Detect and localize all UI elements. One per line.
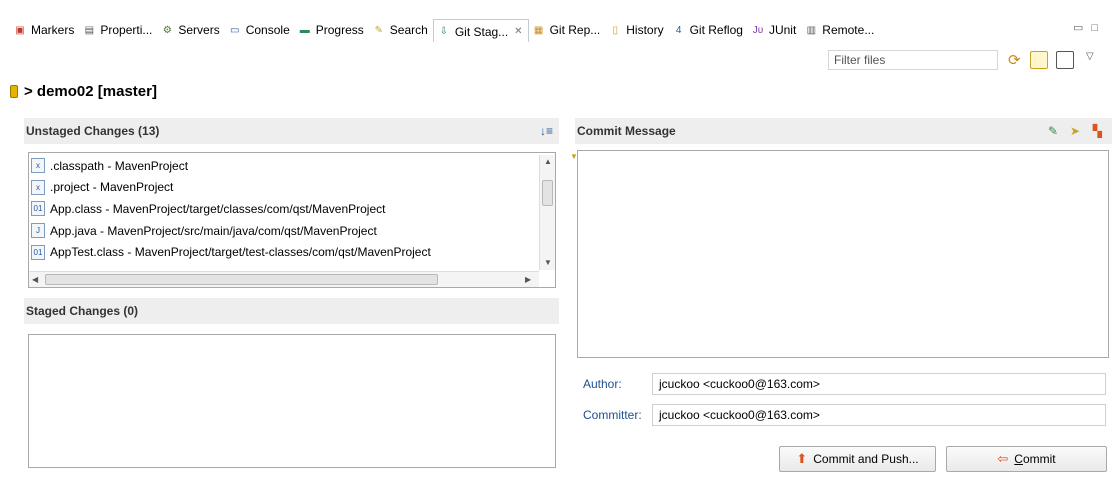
commit-message-title: Commit Message xyxy=(577,124,676,138)
list-item[interactable]: J App.java - MavenProject/src/main/java/c… xyxy=(31,220,539,242)
tab-search[interactable]: ✎ Search xyxy=(369,19,433,41)
search-icon: ✎ xyxy=(374,24,383,36)
committer-label: Committer: xyxy=(583,408,642,422)
history-icon: ▯ xyxy=(612,24,618,36)
tab-console[interactable]: ▭ Console xyxy=(225,19,295,41)
tab-servers[interactable]: ⚙ Servers xyxy=(157,19,224,41)
java-file-icon: J xyxy=(31,223,45,239)
view-menu-icon[interactable]: ▽ xyxy=(1086,51,1104,69)
file-label: AppTest.class - MavenProject/target/test… xyxy=(50,245,431,260)
tab-git-staging[interactable]: ⇩ Git Stag... ✕ xyxy=(432,19,529,42)
tab-label: Remote... xyxy=(822,23,875,37)
layout-toggle-icon[interactable] xyxy=(1056,51,1074,69)
list-item[interactable]: x .project - MavenProject xyxy=(31,177,539,199)
xml-file-icon: x xyxy=(31,179,45,195)
change-id-icon[interactable]: ▚ xyxy=(1093,118,1102,144)
commit-label: Commit xyxy=(1014,452,1056,466)
unstaged-file-rows: x .classpath - MavenProject x .project - Ma… xyxy=(31,155,539,263)
class-file-icon: 01 xyxy=(31,201,45,217)
repository-title: > demo02 [master] xyxy=(10,83,157,100)
list-item[interactable]: x .classpath - MavenProject xyxy=(31,155,539,177)
scroll-right-icon[interactable]: ▶ xyxy=(525,275,531,284)
repository-icon xyxy=(10,85,18,98)
git-repositories-icon: ▦ xyxy=(533,24,544,36)
tab-label: Search xyxy=(389,23,428,37)
remote-icon: ▥ xyxy=(806,24,817,36)
minimize-icon[interactable]: ▭ xyxy=(1073,22,1091,34)
tab-label: JUnit xyxy=(768,23,797,37)
tab-markers[interactable]: ▣ Markers xyxy=(10,19,79,41)
tab-label: Properti... xyxy=(100,23,153,37)
sort-list-icon[interactable]: ↓≡ xyxy=(540,118,553,144)
tab-label: Git Reflog xyxy=(689,23,743,37)
scroll-up-icon[interactable]: ▲ xyxy=(544,157,552,166)
list-item[interactable]: 01 AppTest.class - MavenProject/target/te… xyxy=(31,241,539,263)
class-file-icon: 01 xyxy=(31,244,45,260)
vertical-scroll-thumb[interactable] xyxy=(542,180,553,206)
unstaged-vertical-scrollbar[interactable]: ▲ ▼ xyxy=(539,155,555,270)
scroll-left-icon[interactable]: ◀ xyxy=(32,275,38,284)
maximize-icon[interactable]: □ xyxy=(1091,22,1106,34)
refresh-icon[interactable]: ⟳ xyxy=(1008,51,1026,69)
staged-changes-list[interactable] xyxy=(28,334,556,468)
repository-label: > demo02 [master] xyxy=(24,83,157,100)
tab-remote[interactable]: ▥ Remote... xyxy=(801,19,879,41)
commit-button[interactable]: ⇦ Commit xyxy=(946,446,1107,472)
tab-history[interactable]: ▯ History xyxy=(605,19,668,41)
git-reflog-icon: 4 xyxy=(675,24,682,36)
committer-field[interactable]: jcuckoo <cuckoo0@163.com> xyxy=(652,404,1106,426)
scroll-down-icon[interactable]: ▼ xyxy=(544,258,552,267)
sign-off-icon[interactable]: ✎ xyxy=(1048,118,1058,144)
presentation-mode-icon[interactable] xyxy=(1030,51,1048,69)
file-label: .classpath - MavenProject xyxy=(50,158,189,173)
servers-icon: ⚙ xyxy=(162,24,172,36)
tab-label: Markers xyxy=(31,23,75,37)
file-label: App.java - MavenProject/src/main/java/co… xyxy=(50,223,377,238)
tab-label: Console xyxy=(245,23,290,37)
window-controls: ▭□ xyxy=(1073,21,1106,34)
markers-icon: ▣ xyxy=(15,24,25,36)
tab-git-reflog[interactable]: 4 Git Reflog xyxy=(669,19,748,41)
close-tab-icon[interactable]: ✕ xyxy=(514,26,522,37)
commit-icon: ⇦ xyxy=(997,451,1009,466)
commit-message-editor[interactable] xyxy=(577,150,1109,358)
horizontal-scroll-thumb[interactable] xyxy=(45,274,438,285)
commit-and-push-button[interactable]: ⬆ Commit and Push... xyxy=(779,446,936,472)
tab-label: History xyxy=(626,23,664,37)
commit-and-push-icon: ⬆ xyxy=(796,451,808,466)
unstaged-horizontal-scrollbar[interactable]: ◀ ▶ xyxy=(29,271,539,287)
properties-icon: ▤ xyxy=(84,24,95,36)
staged-changes-title: Staged Changes (0) xyxy=(26,304,139,318)
filter-files-input[interactable]: Filter files xyxy=(828,50,998,70)
commit-and-push-label: Commit and Push... xyxy=(813,452,919,466)
progress-icon: ▬ xyxy=(299,24,310,36)
unstaged-changes-header: Unstaged Changes (13) ↓≡ xyxy=(24,118,559,144)
author-field[interactable]: jcuckoo <cuckoo0@163.com> xyxy=(652,373,1106,395)
staged-changes-header: Staged Changes (0) xyxy=(24,298,559,324)
git-staging-icon: ⇩ xyxy=(439,26,448,37)
list-item[interactable]: 01 App.class - MavenProject/target/classe… xyxy=(31,198,539,220)
tab-properties[interactable]: ▤ Properti... xyxy=(79,19,157,41)
unstaged-changes-title: Unstaged Changes (13) xyxy=(26,124,160,138)
console-icon: ▭ xyxy=(229,24,240,36)
xml-file-icon: x xyxy=(31,158,45,174)
commit-message-header: Commit Message ✎ ➤ ▚ xyxy=(575,118,1112,144)
view-tab-bar: ▣ Markers ▤ Properti... ⚙ Servers ▭ Console ▬ Pro… xyxy=(0,18,1112,42)
junit-icon: Jυ xyxy=(752,24,764,36)
tab-label: Servers xyxy=(178,23,220,37)
tab-label: Git Stag... xyxy=(454,24,509,39)
tab-junit[interactable]: Jυ JUnit xyxy=(748,19,801,41)
tab-git-repositories[interactable]: ▦ Git Rep... xyxy=(529,19,606,41)
tab-progress[interactable]: ▬ Progress xyxy=(295,19,369,41)
author-label: Author: xyxy=(583,377,622,391)
tab-label: Progress xyxy=(315,23,364,37)
amend-icon[interactable]: ➤ xyxy=(1070,118,1080,144)
file-label: .project - MavenProject xyxy=(50,180,174,195)
tab-label: Git Rep... xyxy=(549,23,601,37)
file-label: App.class - MavenProject/target/classes/… xyxy=(50,201,386,216)
